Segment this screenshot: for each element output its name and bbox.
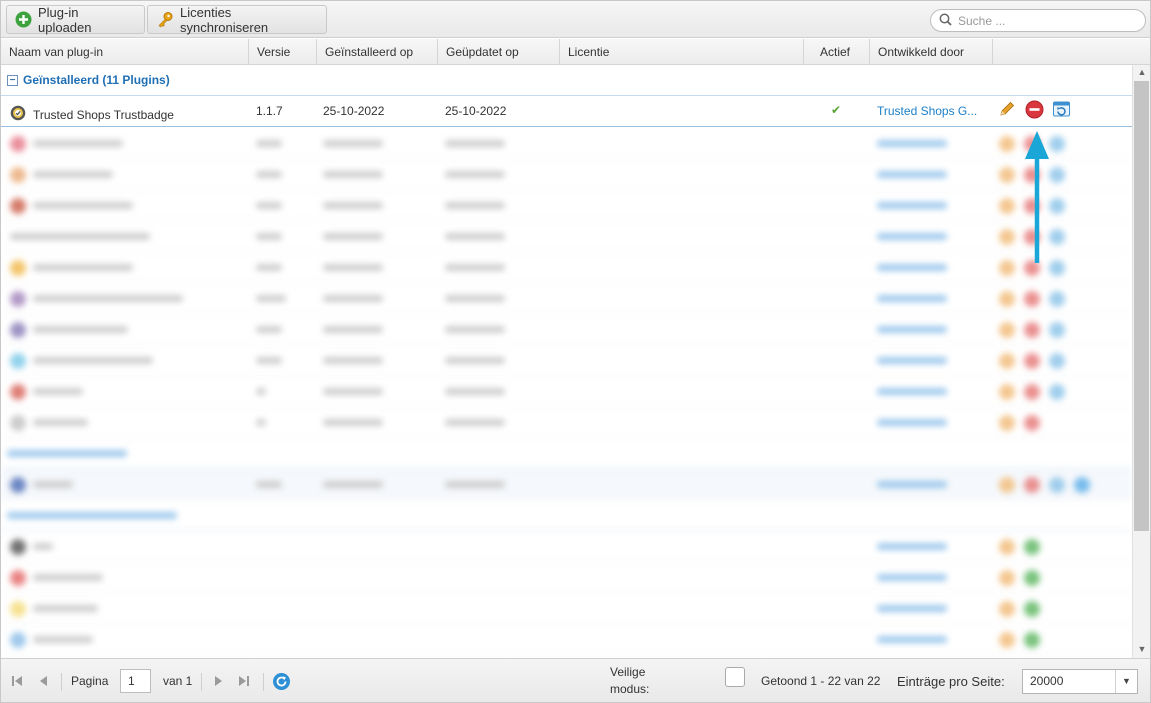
scrollbar-thumb[interactable]: [1134, 81, 1149, 531]
next-page-button[interactable]: [213, 659, 225, 703]
first-page-icon: [12, 676, 22, 686]
column-header-name[interactable]: Naam van plug-in: [1, 39, 249, 65]
active-check-icon: ✔: [831, 103, 842, 117]
list-item: [1, 624, 1132, 655]
search-icon: [939, 13, 952, 29]
upload-plugin-button[interactable]: Plug-in uploaden: [6, 4, 145, 35]
list-item: [1, 221, 1132, 252]
key-icon: [156, 11, 174, 29]
scroll-up-icon[interactable]: ▲: [1136, 67, 1148, 79]
list-item: [1, 531, 1132, 562]
results-shown-label: Getoond 1 - 22 van 22: [761, 674, 881, 688]
group-row: [1, 438, 1132, 469]
list-item: [1, 252, 1132, 283]
search-input[interactable]: [958, 13, 1128, 28]
safe-mode-checkbox[interactable]: [725, 667, 745, 687]
plugin-name: Trusted Shops Trustbadge: [33, 108, 174, 122]
list-item: [1, 128, 1132, 159]
last-page-button[interactable]: [237, 659, 251, 703]
prev-page-button[interactable]: [37, 659, 49, 703]
edit-button[interactable]: [998, 96, 1016, 127]
per-page-label: Einträge pro Seite:: [897, 673, 1005, 689]
page-count-label: van 1: [163, 674, 193, 688]
plugin-installed-date: 25-10-2022: [323, 104, 385, 118]
plugin-row-trusted-shops[interactable]: Trusted Shops Trustbadge 1.1.7 25-10-202…: [1, 96, 1132, 127]
page-label: Pagina: [71, 674, 109, 688]
group-installed[interactable]: − Geïnstalleerd (11 Plugins): [1, 65, 1132, 96]
upload-plugin-label: Plug-in uploaden: [38, 4, 92, 35]
refresh-icon: [273, 672, 290, 690]
list-item: [1, 345, 1132, 376]
remove-icon: [1025, 100, 1044, 119]
vertical-scrollbar[interactable]: ▲ ▼: [1132, 65, 1150, 658]
list-item: [1, 593, 1132, 624]
list-item: [1, 283, 1132, 314]
safe-mode-label-line1: Veilige: [610, 665, 646, 679]
scroll-down-icon[interactable]: ▼: [1136, 644, 1148, 656]
uninstall-button[interactable]: [1025, 96, 1044, 127]
update-button[interactable]: [1052, 96, 1072, 127]
prev-page-icon: [40, 676, 47, 686]
list-item: [1, 314, 1132, 345]
plugin-manager-window: Plug-in uploaden Licenties synchronisere…: [0, 0, 1151, 703]
developer-link[interactable]: Trusted Shops G...: [877, 96, 977, 127]
pagination-bar: Pagina van 1 Veilige modus: Getoond 1 - …: [1, 658, 1150, 702]
list-item: [1, 407, 1132, 438]
trustbadge-icon: [10, 105, 26, 121]
list-item: [1, 562, 1132, 593]
per-page-select[interactable]: 20000 ▼: [1022, 668, 1138, 694]
table-header: Naam van plug-in Versie Geïnstalleerd op…: [1, 39, 1150, 65]
refresh-window-icon: [1053, 101, 1070, 117]
search-box: [930, 9, 1146, 32]
column-header-version[interactable]: Versie: [249, 39, 317, 65]
page-number-input[interactable]: [120, 669, 151, 693]
column-header-updated[interactable]: Geüpdatet op: [438, 39, 560, 65]
per-page-value: 20000: [1030, 674, 1064, 688]
group-row: [1, 500, 1132, 531]
refresh-button[interactable]: [272, 659, 291, 703]
column-header-active[interactable]: Actief: [804, 39, 870, 65]
sync-licenses-button[interactable]: Licenties synchroniseren: [147, 4, 327, 35]
pencil-icon: [1000, 101, 1015, 116]
safe-mode-label: Veilige modus:: [610, 659, 649, 703]
list-item: [1, 376, 1132, 407]
list-item: [1, 159, 1132, 190]
plugin-table-body: − Geïnstalleerd (11 Plugins) Trusted Sho…: [1, 65, 1132, 658]
group-installed-label: Geïnstalleerd (11 Plugins): [23, 73, 170, 87]
sync-licenses-label: Licenties synchroniseren: [180, 4, 269, 35]
column-header-actions: [993, 39, 1150, 65]
add-icon: [15, 11, 32, 28]
pointer-arrow-annotation: [1025, 131, 1049, 263]
plugin-name-cell: Trusted Shops Trustbadge: [10, 96, 174, 127]
collapse-icon[interactable]: −: [7, 74, 18, 86]
plugin-updated-date: 25-10-2022: [445, 104, 507, 118]
toolbar: Plug-in uploaden Licenties synchronisere…: [1, 1, 1150, 38]
first-page-button[interactable]: [10, 659, 24, 703]
column-header-installed[interactable]: Geïnstalleerd op: [317, 39, 438, 65]
next-page-icon: [215, 676, 222, 686]
list-item: [1, 190, 1132, 221]
list-item: [1, 469, 1132, 500]
last-page-icon: [239, 676, 249, 686]
plugin-version: 1.1.7: [256, 104, 283, 118]
chevron-down-icon[interactable]: ▼: [1115, 669, 1137, 693]
safe-mode-label-line2: modus:: [610, 682, 650, 696]
column-header-license[interactable]: Licentie: [560, 39, 804, 65]
column-header-developer[interactable]: Ontwikkeld door: [870, 39, 993, 65]
